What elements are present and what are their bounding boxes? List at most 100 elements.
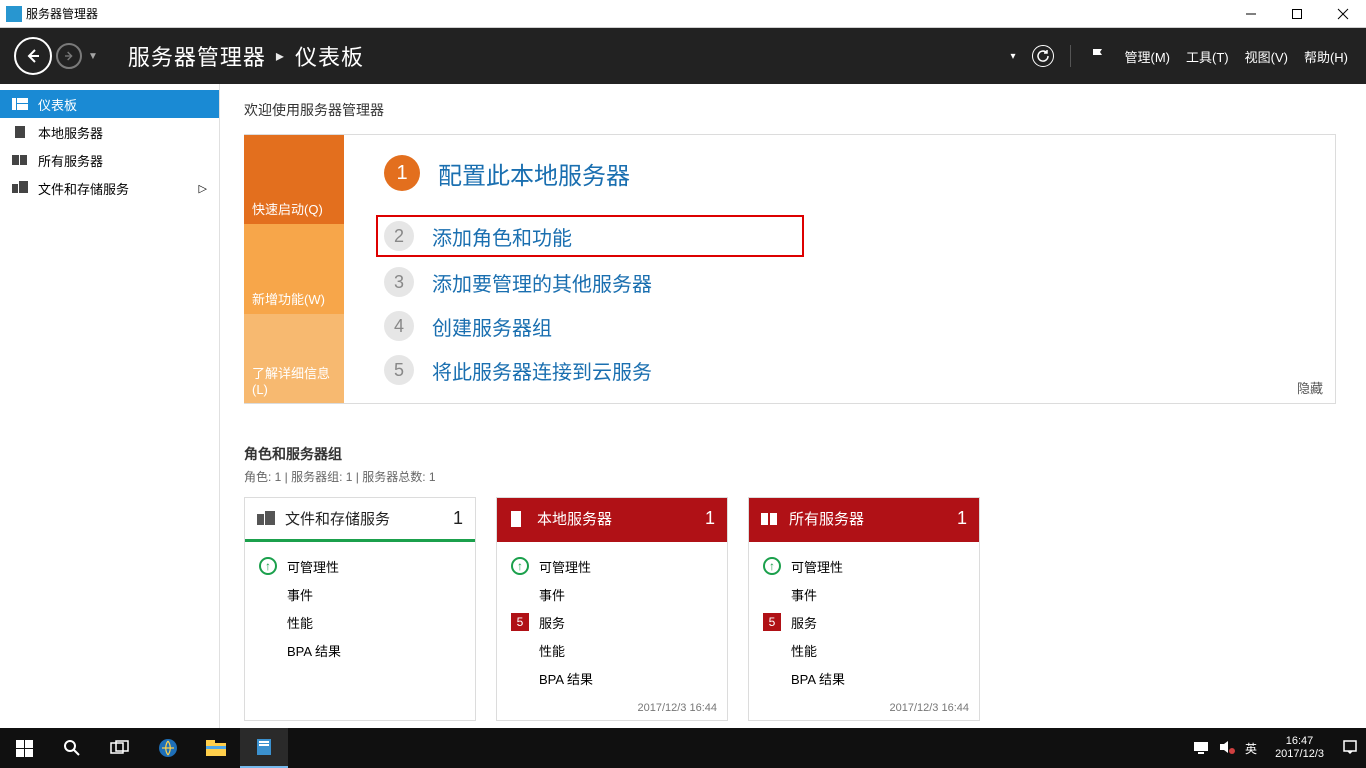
main-content: 欢迎使用服务器管理器 快速启动(Q) 新增功能(W) 了解详细信息(L) 1 配… xyxy=(220,84,1366,728)
tile-row[interactable]: 性能 xyxy=(259,608,461,636)
tile-body: ↑可管理性 事件 5服务 性能 BPA 结果 xyxy=(749,542,979,698)
tray-volume-icon[interactable] xyxy=(1219,740,1235,757)
status-up-icon: ↑ xyxy=(259,557,277,575)
row-label: 性能 xyxy=(791,641,817,660)
step-number: 3 xyxy=(384,267,414,297)
tile-row[interactable]: 5服务 xyxy=(763,608,965,636)
tile-row[interactable]: ↑可管理性 xyxy=(763,552,965,580)
tile-timestamp: 2017/12/3 16:44 xyxy=(749,698,979,720)
storage-icon xyxy=(12,181,28,195)
taskbar-explorer[interactable] xyxy=(192,728,240,768)
nav-forward-button[interactable] xyxy=(56,43,82,69)
tab-whatsnew[interactable]: 新增功能(W) xyxy=(244,224,344,313)
status-up-icon: ↑ xyxy=(511,557,529,575)
sidebar: 仪表板 本地服务器 所有服务器 文件和存储服务 ▷ xyxy=(0,84,220,728)
status-none xyxy=(511,641,529,659)
sidebar-item-storage[interactable]: 文件和存储服务 ▷ xyxy=(0,174,219,202)
step-create-group[interactable]: 4 创建服务器组 xyxy=(384,311,1319,341)
step-label: 添加要管理的其他服务器 xyxy=(432,268,652,297)
tile-row[interactable]: ↑可管理性 xyxy=(511,552,713,580)
quickstart-content: 1 配置此本地服务器 2 添加角色和功能 3 添加要管理的其他服务器 4 创建服… xyxy=(344,135,1335,403)
row-label: 事件 xyxy=(791,585,817,604)
task-view-button[interactable] xyxy=(96,728,144,768)
sidebar-item-all-servers[interactable]: 所有服务器 xyxy=(0,146,219,174)
tile-row[interactable]: 性能 xyxy=(511,636,713,664)
sidebar-item-label: 仪表板 xyxy=(38,95,77,114)
step-add-servers[interactable]: 3 添加要管理的其他服务器 xyxy=(384,267,1319,297)
close-button[interactable] xyxy=(1320,0,1366,28)
tile-row[interactable]: 5服务 xyxy=(511,608,713,636)
sidebar-item-local-server[interactable]: 本地服务器 xyxy=(0,118,219,146)
row-label: 服务 xyxy=(791,613,817,632)
menu-help[interactable]: 帮助(H) xyxy=(1304,47,1348,66)
status-none xyxy=(763,585,781,603)
search-button[interactable] xyxy=(48,728,96,768)
welcome-heading: 欢迎使用服务器管理器 xyxy=(244,100,1336,120)
quickstart-panel: 快速启动(Q) 新增功能(W) 了解详细信息(L) 1 配置此本地服务器 2 添… xyxy=(244,134,1336,404)
separator xyxy=(1070,45,1071,67)
header-dropdown-icon[interactable]: ▾ xyxy=(1010,51,1015,62)
tile-row[interactable]: ↑ 可管理性 xyxy=(259,552,461,580)
nav-dropdown-icon[interactable]: ▼ xyxy=(88,51,98,62)
breadcrumb: 服务器管理器 ▸ 仪表板 xyxy=(128,40,364,72)
tray-network-icon[interactable] xyxy=(1193,740,1209,757)
status-none xyxy=(763,669,781,687)
step-number: 4 xyxy=(384,311,414,341)
sidebar-item-label: 文件和存储服务 xyxy=(38,179,129,198)
clock-time: 16:47 xyxy=(1275,735,1324,748)
taskbar-server-manager[interactable] xyxy=(240,728,288,768)
tab-learn-more[interactable]: 了解详细信息(L) xyxy=(244,314,344,403)
tile-storage[interactable]: 文件和存储服务 1 ↑ 可管理性 事件 性能 BPA 结果 xyxy=(244,497,476,721)
maximize-button[interactable] xyxy=(1274,0,1320,28)
tile-row[interactable]: 事件 xyxy=(259,580,461,608)
tab-label: 新增功能(W) xyxy=(252,289,325,308)
refresh-button[interactable] xyxy=(1032,45,1054,67)
tile-row[interactable]: 事件 xyxy=(763,580,965,608)
tile-title: 文件和存储服务 xyxy=(285,508,390,529)
menu-tools[interactable]: 工具(T) xyxy=(1186,47,1229,66)
minimize-button[interactable] xyxy=(1228,0,1274,28)
status-none xyxy=(763,641,781,659)
step-connect-cloud[interactable]: 5 将此服务器连接到云服务 xyxy=(384,355,1319,385)
start-button[interactable] xyxy=(0,728,48,768)
tiles-row: 文件和存储服务 1 ↑可管理性 事件 性能 BPA 结果 本地服务器 1 xyxy=(244,497,1336,721)
tile-row[interactable]: BPA 结果 xyxy=(259,636,461,664)
tile-title: 所有服务器 xyxy=(789,508,864,529)
tab-quickstart[interactable]: 快速启动(Q) xyxy=(244,135,344,224)
taskbar-ie[interactable] xyxy=(144,728,192,768)
tile-count: 1 xyxy=(957,508,967,529)
hide-link[interactable]: 隐藏 xyxy=(1297,378,1323,397)
nav-arrows: ▼ xyxy=(0,37,108,75)
status-up-icon: ↑ xyxy=(763,557,781,575)
servers-icon xyxy=(761,511,779,527)
tile-count: 1 xyxy=(705,508,715,529)
tile-row[interactable]: BPA 结果 xyxy=(763,664,965,692)
tray-notifications-icon[interactable] xyxy=(1342,739,1358,758)
server-icon xyxy=(12,125,28,139)
tile-row[interactable]: BPA 结果 xyxy=(511,664,713,692)
window-title: 服务器管理器 xyxy=(26,5,98,22)
tray-clock[interactable]: 16:47 2017/12/3 xyxy=(1267,735,1332,761)
status-none xyxy=(511,669,529,687)
tile-local-server[interactable]: 本地服务器 1 ↑可管理性 事件 5服务 性能 BPA 结果 2017/12/3… xyxy=(496,497,728,721)
status-none xyxy=(259,641,277,659)
menu-view[interactable]: 视图(V) xyxy=(1245,47,1288,66)
flag-icon[interactable] xyxy=(1087,45,1109,67)
breadcrumb-root[interactable]: 服务器管理器 xyxy=(128,40,266,72)
tray-ime[interactable]: 英 xyxy=(1245,740,1257,757)
tile-header: 文件和存储服务 1 xyxy=(245,498,475,542)
step-configure-server[interactable]: 1 配置此本地服务器 xyxy=(384,155,1319,191)
step-label: 配置此本地服务器 xyxy=(438,156,630,191)
tile-row[interactable]: 性能 xyxy=(763,636,965,664)
tile-timestamp xyxy=(245,670,475,680)
row-label: BPA 结果 xyxy=(287,641,341,660)
sidebar-item-dashboard[interactable]: 仪表板 xyxy=(0,90,219,118)
tile-row[interactable]: 事件 xyxy=(511,580,713,608)
quickstart-tabs: 快速启动(Q) 新增功能(W) 了解详细信息(L) xyxy=(244,135,344,403)
menu-manage[interactable]: 管理(M) xyxy=(1125,47,1171,66)
tile-all-servers[interactable]: 所有服务器 1 ↑可管理性 事件 5服务 性能 BPA 结果 2017/12/3… xyxy=(748,497,980,721)
nav-back-button[interactable] xyxy=(14,37,52,75)
row-label: 可管理性 xyxy=(287,557,339,576)
header-actions: ▾ 管理(M) 工具(T) 视图(V) 帮助(H) xyxy=(1010,45,1366,67)
step-add-roles[interactable]: 2 添加角色和功能 xyxy=(376,215,804,257)
